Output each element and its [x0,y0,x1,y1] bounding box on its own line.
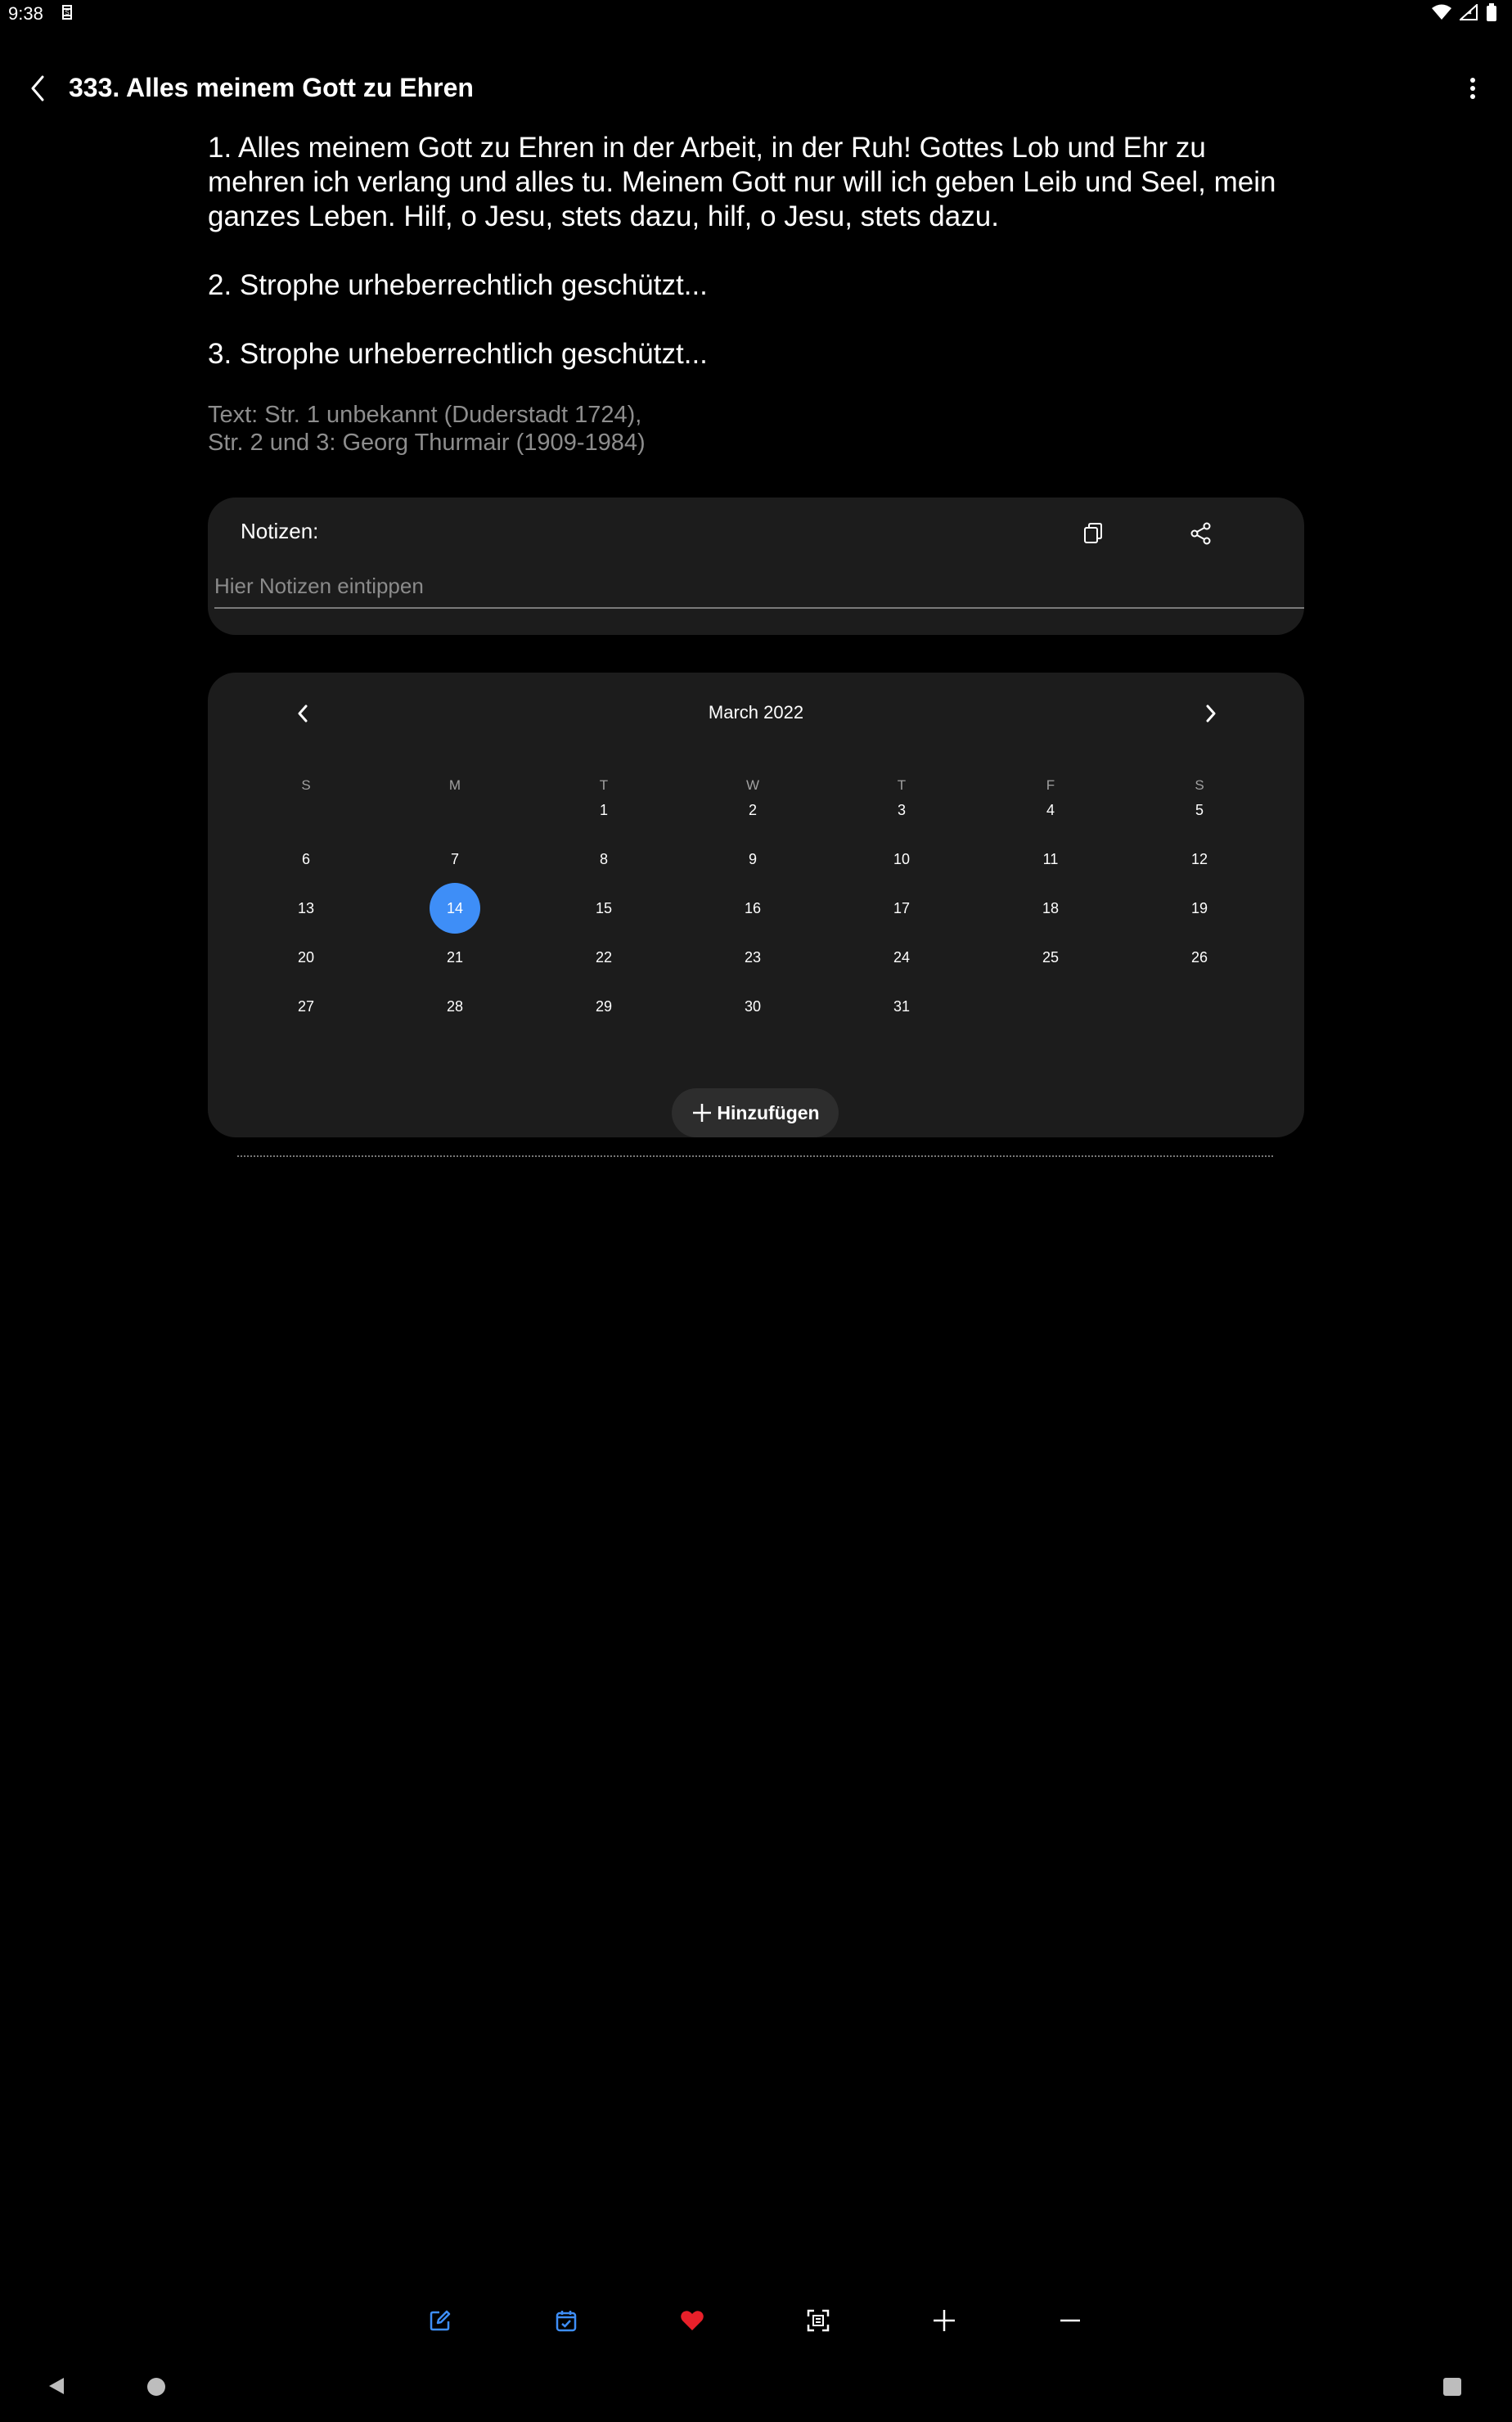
calendar-day[interactable]: 25 [1022,933,1079,982]
nav-recents-button[interactable] [1443,2378,1461,2396]
signal-icon [1460,4,1478,20]
calendar-day[interactable]: 24 [873,933,930,982]
credit-line-2: Str. 2 und 3: Georg Thurmair (1909-1984) [208,430,646,456]
status-time: 9:38 [8,3,43,24]
calendar-day[interactable]: 17 [873,884,930,933]
plus-icon [934,2310,955,2331]
calendar-day[interactable]: 9 [724,835,781,884]
calendar-day[interactable]: 13 [277,884,335,933]
calendar-week: 1 2 3 4 5 [208,786,1304,835]
copy-icon [1084,523,1102,543]
verse-2: 2. Strophe urheberrechtlich geschützt... [208,269,708,301]
calendar-day[interactable]: 22 [575,933,632,982]
battery-icon [1487,3,1496,21]
credit: Text: Str. 1 unbekannt (Duderstadt 1724)… [208,401,1304,457]
calendar-day[interactable]: 5 [1171,786,1228,835]
chevron-right-icon [1206,705,1216,723]
verse-3: 3. Strophe urheberrechtlich geschützt... [208,338,708,370]
calendar-day[interactable]: 28 [426,982,484,1031]
plus-icon [693,1104,712,1122]
calendar-day[interactable]: 11 [1022,835,1079,884]
calendar-check-icon [556,2311,577,2332]
nav-home-button[interactable] [147,2378,165,2396]
share-icon [1190,522,1211,545]
svg-text:S: S [65,9,69,16]
calendar-day-selected[interactable]: 14 [426,883,484,934]
calendar-week: 20 21 22 23 24 25 26 [208,933,1304,982]
calendar-week: 13 14 15 16 17 18 19 [208,883,1304,934]
calendar-day[interactable]: 15 [575,884,632,933]
page-title: 333. Alles meinem Gott zu Ehren [69,73,474,102]
calendar-day[interactable]: 16 [724,884,781,933]
share-button[interactable] [1183,515,1219,551]
calendar-day[interactable]: 6 [277,835,335,884]
divider [237,1155,1273,1157]
more-vert-icon [1470,78,1475,99]
nav-back-icon [49,2378,64,2394]
calendar-day[interactable]: 21 [426,933,484,982]
calendar-day[interactable]: 26 [1171,933,1228,982]
calendar-card: March 2022 S M T W T F S 1 2 3 4 5 6 7 8 9 10 11 12 13 14 15 1… [208,673,1304,1137]
heart-icon [681,2311,704,2330]
add-button-label: Hinzufügen [717,1101,820,1123]
edit-icon [430,2310,451,2331]
wifi-icon [1432,4,1451,20]
calendar-day[interactable]: 1 [575,786,632,835]
verse-1: 1. Alles meinem Gott zu Ehren in der Arb… [208,132,1276,232]
month-label: March 2022 [708,702,804,723]
back-button[interactable] [21,70,54,106]
calendar-day[interactable]: 2 [724,786,781,835]
calendar-button[interactable] [543,2298,589,2343]
favorite-button[interactable] [669,2298,715,2343]
nav-back-button[interactable] [47,2376,65,2400]
calendar-day[interactable]: 3 [873,786,930,835]
add-button[interactable]: Hinzufügen [672,1088,839,1137]
more-options-button[interactable] [1456,70,1489,106]
calendar-day[interactable]: 19 [1171,884,1228,933]
calendar-day[interactable]: 30 [724,982,781,1031]
calendar-day[interactable]: 18 [1022,884,1079,933]
fullscreen-button[interactable] [795,2298,841,2343]
calendar-day[interactable]: 4 [1022,786,1079,835]
calendar-day[interactable]: 12 [1171,835,1228,884]
minus-icon [1060,2319,1080,2322]
calendar-day[interactable]: 23 [724,933,781,982]
status-icons [1432,3,1497,21]
calendar-day[interactable]: 7 [426,835,484,884]
back-arrow-icon [31,75,44,101]
next-month-button[interactable] [1193,696,1229,732]
calendar-day[interactable]: 10 [873,835,930,884]
calendar-day[interactable]: 20 [277,933,335,982]
calendar-day[interactable]: 8 [575,835,632,884]
notes-input[interactable] [214,565,1304,609]
notes-card: Notizen: [208,497,1304,635]
zoom-in-button[interactable] [921,2298,967,2343]
fullscreen-icon [807,2309,830,2332]
calendar-day[interactable]: 29 [575,982,632,1031]
calendar-day[interactable]: 27 [277,982,335,1031]
copy-button[interactable] [1075,515,1111,551]
lyrics: 1. Alles meinem Gott zu Ehren in der Arb… [208,131,1304,406]
notes-label: Notizen: [241,519,319,543]
credit-line-1: Text: Str. 1 unbekannt (Duderstadt 1724)… [208,402,642,428]
calendar-week: 6 7 8 9 10 11 12 [208,835,1304,884]
calendar-day[interactable]: 31 [873,982,930,1031]
notification-icon: S [57,2,77,23]
calendar-week: 27 28 29 30 31 [208,982,1304,1031]
zoom-out-button[interactable] [1047,2298,1093,2343]
edit-button[interactable] [417,2298,463,2343]
